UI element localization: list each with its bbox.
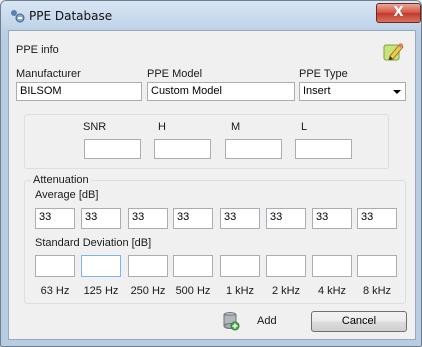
stddev-63hz-field[interactable] xyxy=(35,255,75,277)
freq-label-4khz: 4 kHz xyxy=(317,285,347,297)
ppe-info-label: PPE info xyxy=(16,44,59,56)
freq-label-1khz: 1 kHz xyxy=(225,285,255,297)
stddev-250hz-field[interactable] xyxy=(128,255,168,277)
average-500hz-field[interactable]: 33 xyxy=(173,208,213,229)
pencil-icon[interactable] xyxy=(382,41,404,63)
ppe-type-select[interactable]: Insert xyxy=(299,82,406,101)
freq-label-125hz: 125 Hz xyxy=(83,285,119,297)
stddev-4khz-field[interactable] xyxy=(312,255,352,277)
l-label: L xyxy=(301,121,308,133)
average-1khz-field[interactable]: 33 xyxy=(220,208,260,229)
stddev-8khz-field[interactable] xyxy=(357,255,397,277)
freq-label-2khz: 2 kHz xyxy=(271,285,301,297)
average-4khz-field[interactable]: 33 xyxy=(312,208,352,229)
ppe-type-label: PPE Type xyxy=(299,68,348,80)
snr-hml-group: SNR H M L xyxy=(24,114,389,169)
l-field[interactable] xyxy=(295,139,352,159)
average-125hz-field[interactable]: 33 xyxy=(81,208,121,229)
close-button[interactable]: X xyxy=(376,3,421,23)
stddev-2khz-field[interactable] xyxy=(266,255,306,277)
stddev-label: Standard Deviation [dB] xyxy=(35,237,152,249)
chevron-down-icon[interactable] xyxy=(393,90,401,94)
average-63hz-field[interactable]: 33 xyxy=(35,208,75,229)
attenuation-label: Attenuation xyxy=(31,174,91,186)
m-label: M xyxy=(231,121,241,133)
manufacturer-label: Manufacturer xyxy=(16,68,81,80)
h-field[interactable] xyxy=(154,139,211,159)
ppe-type-value: Insert xyxy=(303,85,331,97)
stddev-500hz-field[interactable] xyxy=(173,255,213,277)
average-250hz-field[interactable]: 33 xyxy=(128,208,168,229)
dialog-client-area: PPE info Manufacturer PPE Model PPE Type… xyxy=(8,30,416,340)
stddev-1khz-field[interactable] xyxy=(220,255,260,277)
m-field[interactable] xyxy=(225,139,282,159)
app-icon xyxy=(11,10,25,23)
average-label: Average [dB] xyxy=(35,189,99,201)
freq-label-8khz: 8 kHz xyxy=(362,285,392,297)
cancel-button[interactable]: Cancel xyxy=(311,311,407,332)
add-button[interactable]: Add xyxy=(257,311,277,332)
ppe-model-field[interactable]: Custom Model xyxy=(147,82,295,101)
snr-field[interactable] xyxy=(84,139,141,159)
average-2khz-field[interactable]: 33 xyxy=(266,208,306,229)
attenuation-group: Attenuation Average [dB] 33 33 33 33 33 … xyxy=(24,174,406,304)
average-8khz-field[interactable]: 33 xyxy=(357,208,397,229)
ppe-model-label: PPE Model xyxy=(147,68,203,80)
stddev-125hz-field[interactable] xyxy=(81,255,121,277)
freq-label-500hz: 500 Hz xyxy=(175,285,211,297)
title-bar[interactable]: PPE Database X xyxy=(1,1,421,29)
window-title: PPE Database xyxy=(29,9,113,23)
snr-label: SNR xyxy=(83,121,107,133)
ppe-database-window: PPE Database X PPE info Manufacturer PPE… xyxy=(0,0,422,347)
h-label: H xyxy=(158,121,166,133)
freq-label-63hz: 63 Hz xyxy=(40,285,70,297)
manufacturer-field[interactable]: BILSOM xyxy=(16,82,142,101)
freq-label-250hz: 250 Hz xyxy=(130,285,166,297)
database-add-icon[interactable] xyxy=(222,311,240,331)
